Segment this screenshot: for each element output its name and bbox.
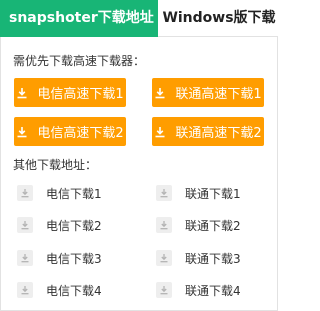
unicom-fast-download-1-button[interactable]: 联通高速下载1	[152, 78, 264, 107]
download-icon	[156, 282, 172, 298]
link-label: 电信下载4	[46, 283, 102, 298]
link-label: 联通下载4	[185, 283, 241, 298]
tab-snapshoter-download[interactable]: snapshoter下载地址	[0, 0, 158, 37]
download-icon	[154, 87, 166, 99]
unicom-download-4-link[interactable]: 联通下载4	[156, 281, 241, 299]
download-icon	[17, 250, 33, 266]
unicom-download-2-link[interactable]: 联通下载2	[156, 216, 241, 234]
unicom-download-1-link[interactable]: 联通下载1	[156, 184, 241, 202]
fast-download-section-title: 需优先下载高速下载器：	[13, 54, 146, 68]
button-label: 电信高速下载2	[37, 126, 124, 141]
link-label: 电信下载2	[46, 218, 102, 233]
telecom-download-4-link[interactable]: 电信下载4	[17, 281, 102, 299]
download-tabs: snapshoter下载地址 Windows版下载	[0, 0, 278, 37]
link-label: 电信下载3	[46, 251, 102, 266]
telecom-fast-download-2-button[interactable]: 电信高速下载2	[14, 117, 126, 146]
download-icon	[17, 217, 33, 233]
download-icon	[16, 87, 28, 99]
tab-windows-download[interactable]: Windows版下载	[158, 0, 278, 37]
download-icon	[156, 217, 172, 233]
download-icon	[17, 185, 33, 201]
button-label: 联通高速下载2	[175, 126, 262, 141]
download-icon	[16, 126, 28, 138]
download-icon	[156, 185, 172, 201]
download-icon	[154, 126, 166, 138]
telecom-download-1-link[interactable]: 电信下载1	[17, 184, 102, 202]
button-label: 联通高速下载1	[175, 87, 262, 102]
download-widget: snapshoter下载地址 Windows版下载 需优先下载高速下载器： 电信…	[0, 0, 278, 311]
unicom-download-3-link[interactable]: 联通下载3	[156, 249, 241, 267]
link-label: 联通下载3	[185, 251, 241, 266]
download-icon	[17, 282, 33, 298]
telecom-download-2-link[interactable]: 电信下载2	[17, 216, 102, 234]
telecom-download-3-link[interactable]: 电信下载3	[17, 249, 102, 267]
link-label: 联通下载1	[185, 186, 241, 201]
other-download-section-title: 其他下载地址：	[13, 158, 98, 172]
link-label: 联通下载2	[185, 218, 241, 233]
telecom-fast-download-1-button[interactable]: 电信高速下载1	[14, 78, 126, 107]
unicom-fast-download-2-button[interactable]: 联通高速下载2	[152, 117, 264, 146]
button-label: 电信高速下载1	[37, 87, 124, 102]
link-label: 电信下载1	[46, 186, 102, 201]
download-icon	[156, 250, 172, 266]
